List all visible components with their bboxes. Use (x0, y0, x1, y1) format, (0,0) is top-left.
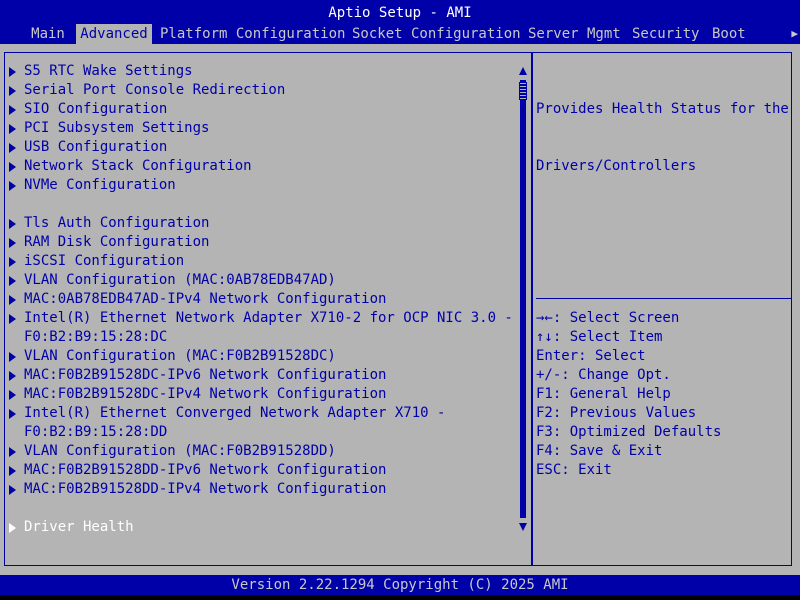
menu-item-label: VLAN Configuration (MAC:F0B2B91528DD) (24, 443, 336, 459)
submenu-arrow-icon (8, 100, 16, 119)
submenu-arrow-icon (8, 290, 16, 309)
menu-item-label: Tls Auth Configuration (24, 215, 210, 231)
menu-item-continuation-label: F0:B2:B9:15:28:DC (24, 329, 168, 345)
submenu-arrow-icon (8, 157, 16, 176)
help-panel: Provides Health Status for the Drivers/C… (536, 62, 789, 214)
submenu-arrow-icon (8, 176, 16, 195)
scroll-thumb[interactable] (519, 82, 527, 100)
submenu-arrow-icon (8, 385, 16, 404)
tab-socket-configuration[interactable]: Socket Configuration (352, 24, 521, 44)
tab-main[interactable]: Main (28, 24, 68, 44)
scroll-up-arrow-icon[interactable] (518, 64, 528, 78)
help-separator (536, 298, 792, 299)
tab-boot[interactable]: Boot (712, 24, 746, 44)
key-hint: F3: Optimized Defaults (536, 424, 722, 440)
menu-item-label: SIO Configuration (24, 101, 168, 117)
menu-item-label: Driver Health (24, 519, 134, 535)
submenu-arrow-icon (8, 347, 16, 366)
menu-item-label: S5 RTC Wake Settings (24, 63, 193, 79)
menu-item-label: Serial Port Console Redirection (24, 82, 286, 98)
menu-item-label: MAC:0AB78EDB47AD-IPv4 Network Configurat… (24, 291, 387, 307)
title-bar: Aptio Setup - AMI (0, 0, 800, 24)
version-text: Version 2.22.1294 Copyright (C) 2025 AMI (231, 577, 569, 593)
scroll-down-arrow-icon[interactable] (518, 520, 528, 534)
tab-advanced[interactable]: Advanced (76, 24, 152, 44)
submenu-arrow-icon (8, 119, 16, 138)
submenu-arrow-icon (8, 518, 16, 537)
more-tabs-arrow-icon: ▶ (791, 27, 798, 40)
menu-item-label: MAC:F0B2B91528DC-IPv6 Network Configurat… (24, 367, 387, 383)
submenu-arrow-icon (8, 214, 16, 233)
bios-screen: Aptio Setup - AMI Main Advanced Platform… (0, 0, 800, 600)
menu-bar: Main Advanced Platform Configuration Soc… (0, 24, 800, 44)
key-hint: →←: Select Screen (536, 310, 680, 326)
menu-item-label: PCI Subsystem Settings (24, 120, 210, 136)
menu-item-label: NVMe Configuration (24, 177, 176, 193)
menu-item-label: Intel(R) Ethernet Network Adapter X710-2… (24, 310, 513, 326)
submenu-arrow-icon (8, 252, 16, 271)
help-line: Provides Health Status for the (536, 101, 789, 117)
key-hint: ↑↓: Select Item (536, 329, 663, 345)
submenu-arrow-icon (8, 461, 16, 480)
key-hint: ESC: Exit (536, 462, 612, 478)
menu-item-label: Network Stack Configuration (24, 158, 252, 174)
menu-item-label: MAC:F0B2B91528DC-IPv4 Network Configurat… (24, 386, 387, 402)
key-hint: F1: General Help (536, 386, 671, 402)
tab-server-mgmt[interactable]: Server Mgmt (528, 24, 621, 44)
menu-item-continuation-label: F0:B2:B9:15:28:DD (24, 424, 168, 440)
menu-item-label: MAC:F0B2B91528DD-IPv6 Network Configurat… (24, 462, 387, 478)
menu-scrollbar[interactable] (518, 64, 528, 534)
menu-item-label: MAC:F0B2B91528DD-IPv4 Network Configurat… (24, 481, 387, 497)
submenu-arrow-icon (8, 366, 16, 385)
submenu-arrow-icon (8, 62, 16, 81)
key-hint: F2: Previous Values (536, 405, 697, 421)
submenu-arrow-icon (8, 309, 16, 328)
menu-item-label: USB Configuration (24, 139, 168, 155)
menu-item-label: VLAN Configuration (MAC:0AB78EDB47AD) (24, 272, 336, 288)
menu-item-label: RAM Disk Configuration (24, 234, 210, 250)
help-line: Drivers/Controllers (536, 158, 697, 174)
key-hint: F4: Save & Exit (536, 443, 663, 459)
submenu-arrow-icon (8, 81, 16, 100)
tab-security[interactable]: Security (632, 24, 699, 44)
key-hint: Enter: Select (536, 348, 646, 364)
key-hint: +/-: Change Opt. (536, 367, 671, 383)
bottom-strip (0, 595, 800, 600)
submenu-arrow-icon (8, 442, 16, 461)
scroll-track[interactable] (520, 80, 526, 518)
menu-item-label: VLAN Configuration (MAC:F0B2B91528DC) (24, 348, 336, 364)
tab-platform-configuration[interactable]: Platform Configuration (160, 24, 345, 44)
menu-item-label: Intel(R) Ethernet Converged Network Adap… (24, 405, 446, 421)
submenu-arrow-icon (8, 404, 16, 423)
app-title: Aptio Setup - AMI (328, 5, 472, 21)
submenu-arrow-icon (8, 271, 16, 290)
version-footer: Version 2.22.1294 Copyright (C) 2025 AMI (0, 575, 800, 595)
submenu-arrow-icon (8, 138, 16, 157)
submenu-arrow-icon (8, 233, 16, 252)
panel-divider (531, 52, 533, 566)
submenu-arrow-icon (8, 480, 16, 499)
menu-item-label: iSCSI Configuration (24, 253, 185, 269)
